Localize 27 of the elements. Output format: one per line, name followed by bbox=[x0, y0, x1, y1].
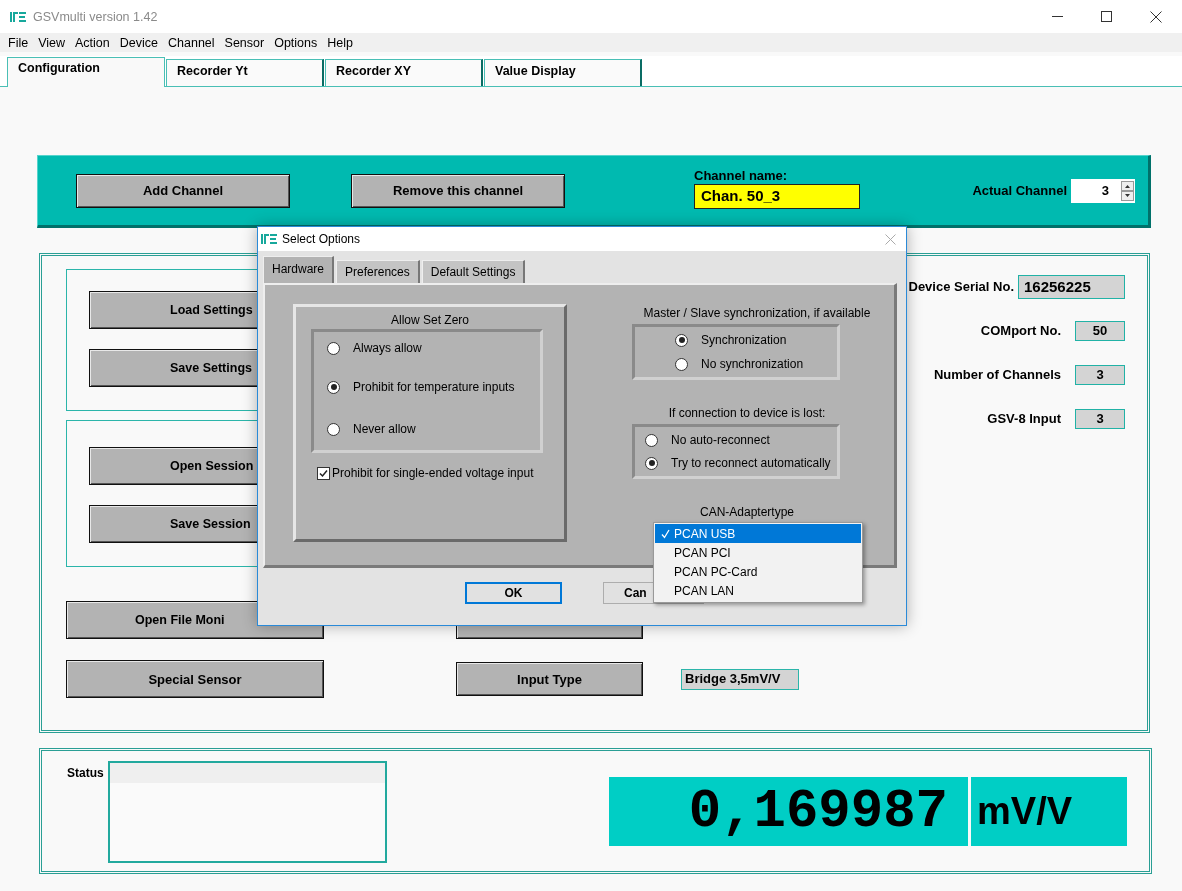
radio-label: No auto-reconnect bbox=[671, 433, 770, 447]
radio-label: Never allow bbox=[353, 422, 416, 436]
status-label: Status bbox=[67, 766, 104, 780]
device-info-label: GSV-8 Input bbox=[987, 411, 1061, 426]
channel-name-label: Channel name: bbox=[694, 168, 789, 183]
device-info-value: 3 bbox=[1075, 408, 1125, 429]
input-type-value: Bridge 3,5mV/V bbox=[681, 668, 799, 690]
actual-channel-label: Actual Channel bbox=[972, 183, 1067, 198]
device-info-label: Device Serial No. bbox=[908, 279, 1014, 294]
group-title: Allow Set Zero bbox=[391, 313, 469, 327]
radio-label: No synchronization bbox=[701, 357, 804, 371]
group-title: If connection to device is lost: bbox=[668, 406, 826, 420]
device-info-value: 3 bbox=[1075, 364, 1125, 385]
device-info-label: Number of Channels bbox=[933, 367, 1061, 382]
reading-value: 0,169987 bbox=[609, 777, 968, 846]
radio-label: Prohibit for temperature inputs bbox=[353, 380, 515, 394]
radio-label: Always allow bbox=[353, 341, 422, 355]
dialog-title: Select Options bbox=[282, 232, 361, 246]
group-title: Master / Slave synchronization, if available bbox=[643, 306, 871, 320]
radio-label: Synchronization bbox=[701, 333, 787, 347]
window-title: GSVmulti version 1.42 bbox=[33, 9, 158, 24]
can-adapter-label: CAN-Adaptertype bbox=[699, 505, 794, 519]
device-info-value: 16256225 bbox=[1018, 274, 1125, 299]
device-info-value: 50 bbox=[1075, 320, 1125, 341]
reading-unit: mV/V bbox=[971, 777, 1127, 846]
radio-label: Try to reconnect automatically bbox=[671, 456, 831, 470]
device-info-label: COMport No. bbox=[980, 323, 1061, 338]
